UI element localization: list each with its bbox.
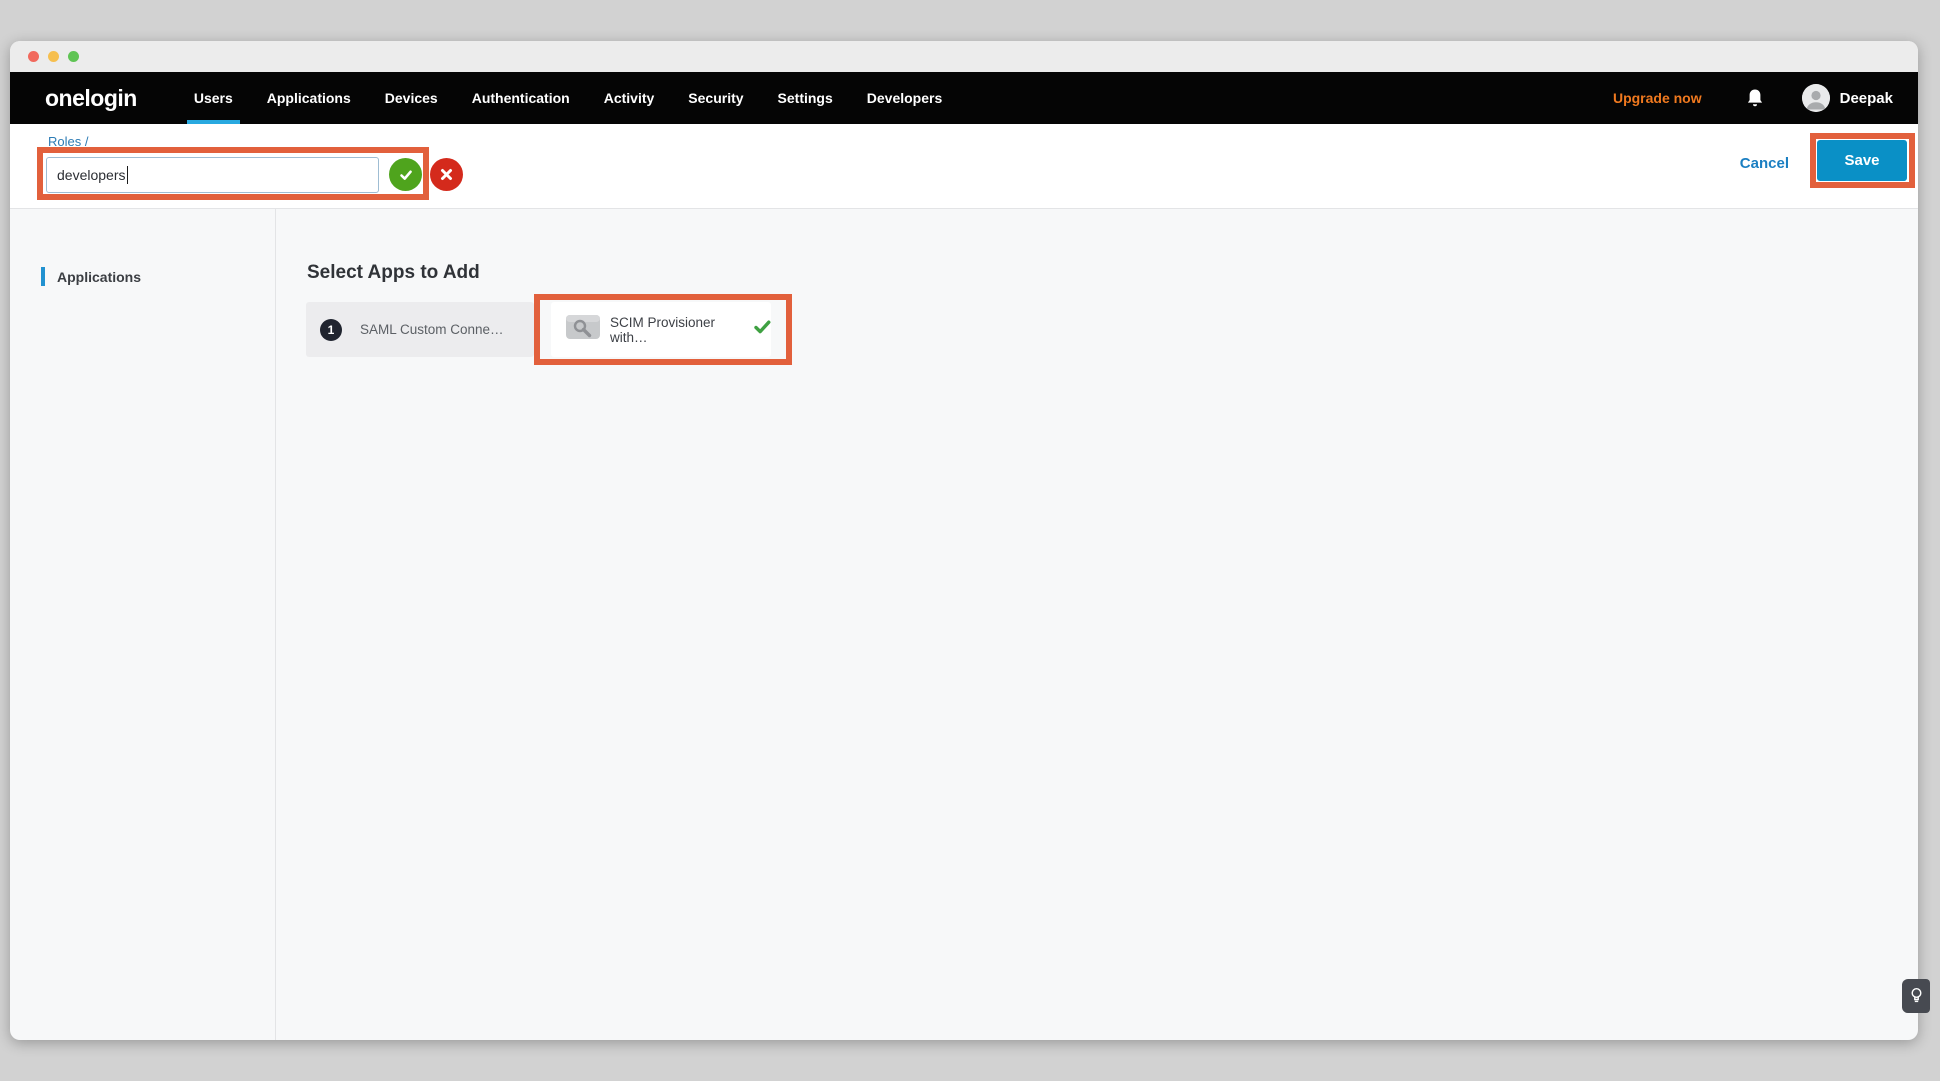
nav-item-label: Settings <box>778 90 833 106</box>
primary-nav: Users Applications Devices Authenticatio… <box>177 72 959 124</box>
nav-item-label: Developers <box>867 90 942 106</box>
user-avatar[interactable] <box>1802 84 1830 112</box>
save-button[interactable]: Save <box>1817 140 1907 181</box>
cancel-button[interactable]: Cancel <box>1740 155 1789 172</box>
browser-window: onelogin Users Applications Devices Auth… <box>10 41 1918 1040</box>
minimize-window-button[interactable] <box>48 51 59 62</box>
cancel-rename-button[interactable] <box>430 158 463 191</box>
sidebar-item-label: Applications <box>57 269 141 285</box>
nav-item-label: Applications <box>267 90 351 106</box>
help-tips-button[interactable] <box>1902 979 1930 1013</box>
desktop-background: onelogin Users Applications Devices Auth… <box>0 0 1940 1081</box>
scim-connector-icon <box>566 315 600 344</box>
upgrade-now-link[interactable]: Upgrade now <box>1613 90 1702 106</box>
check-icon <box>398 167 414 183</box>
text-cursor <box>127 166 128 184</box>
active-item-accent <box>41 267 45 286</box>
page-header: Roles / developers Cancel Save <box>10 124 1918 209</box>
app-tile-scim-provisioner[interactable]: SCIM Provisioner with… <box>551 302 771 357</box>
app-order-badge: 1 <box>320 319 342 341</box>
nav-item-label: Security <box>688 90 743 106</box>
nav-item-applications[interactable]: Applications <box>250 72 368 124</box>
nav-item-security[interactable]: Security <box>671 72 760 124</box>
nav-item-label: Devices <box>385 90 438 106</box>
close-window-button[interactable] <box>28 51 39 62</box>
selected-check-icon <box>754 320 771 339</box>
nav-item-users[interactable]: Users <box>177 72 250 124</box>
page-body: Applications Select Apps to Add 1 SAML C… <box>10 209 1918 1040</box>
top-navbar: onelogin Users Applications Devices Auth… <box>10 72 1918 124</box>
nav-item-label: Users <box>194 90 233 106</box>
nav-item-authentication[interactable]: Authentication <box>455 72 587 124</box>
nav-item-developers[interactable]: Developers <box>850 72 959 124</box>
app-name-label: SAML Custom Conne… <box>360 322 504 337</box>
app-tile-saml-custom-connector[interactable]: 1 SAML Custom Conne… <box>306 302 534 357</box>
x-icon <box>440 168 453 181</box>
zoom-window-button[interactable] <box>68 51 79 62</box>
brand-logo[interactable]: onelogin <box>45 85 137 112</box>
role-name-input[interactable]: developers <box>46 157 379 193</box>
breadcrumb[interactable]: Roles / <box>48 134 88 149</box>
main-content: Select Apps to Add 1 SAML Custom Conne… <box>276 209 1918 1040</box>
sidebar-item-applications[interactable]: Applications <box>41 267 141 286</box>
role-name-value: developers <box>57 167 126 183</box>
app-tiles-row: 1 SAML Custom Conne… SCIM Pro <box>306 302 771 357</box>
app-name-label: SCIM Provisioner with… <box>610 315 746 345</box>
window-titlebar <box>10 41 1918 72</box>
nav-item-settings[interactable]: Settings <box>761 72 850 124</box>
notification-bell-icon[interactable] <box>1746 88 1764 108</box>
confirm-rename-button[interactable] <box>389 158 422 191</box>
nav-item-devices[interactable]: Devices <box>368 72 455 124</box>
nav-item-label: Activity <box>604 90 655 106</box>
user-name-label: Deepak <box>1840 90 1893 107</box>
navbar-right-group: Upgrade now Deepak <box>1613 72 1893 124</box>
lightbulb-icon <box>1910 987 1923 1005</box>
section-heading: Select Apps to Add <box>307 262 480 284</box>
person-icon <box>1802 84 1830 112</box>
nav-item-label: Authentication <box>472 90 570 106</box>
nav-item-activity[interactable]: Activity <box>587 72 672 124</box>
sidebar: Applications <box>10 209 276 1040</box>
